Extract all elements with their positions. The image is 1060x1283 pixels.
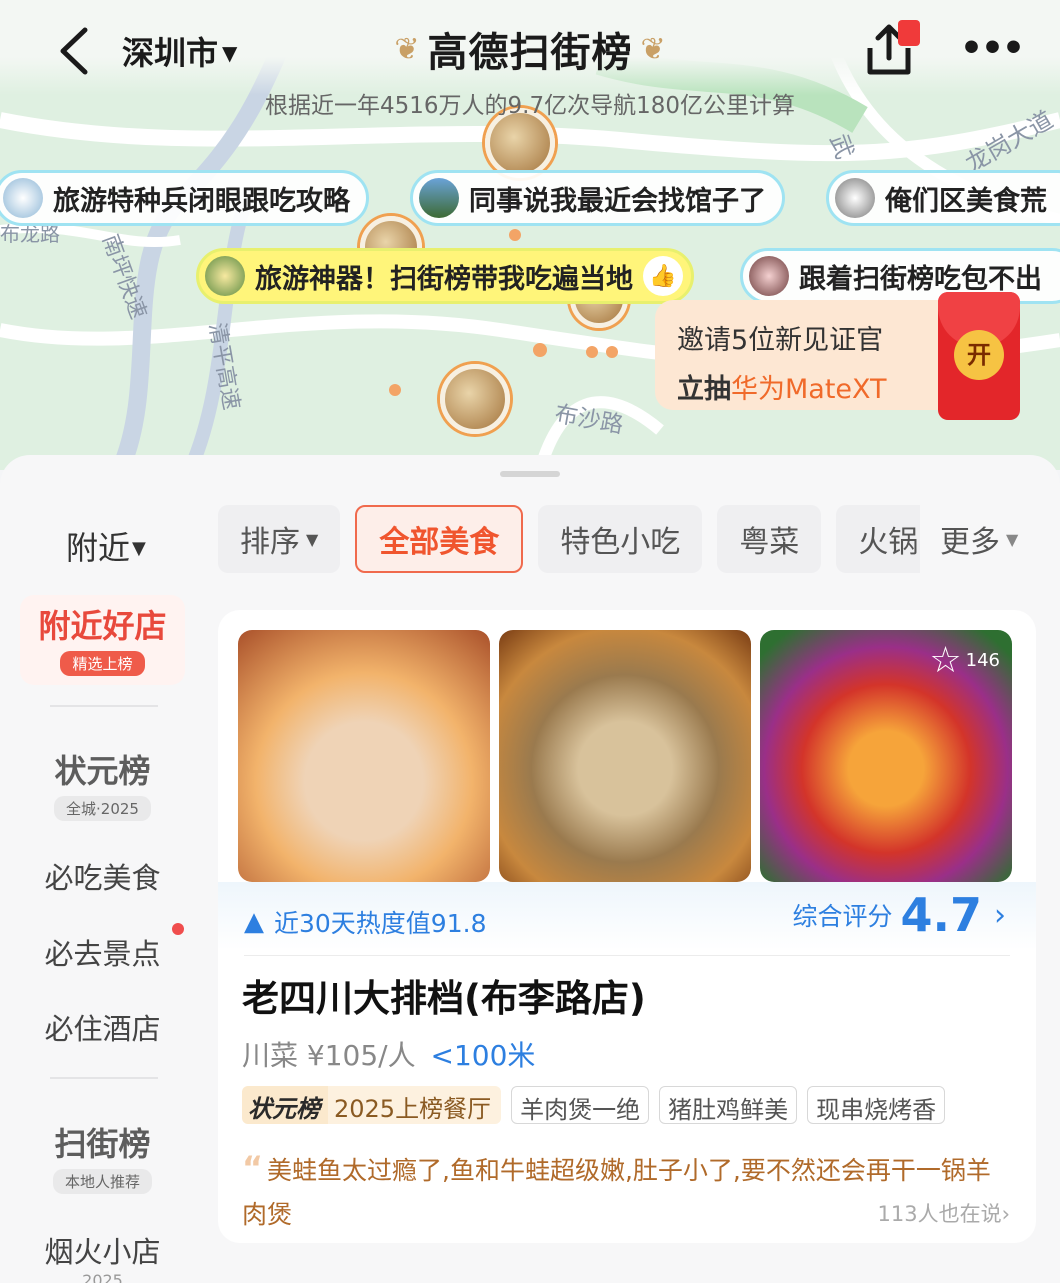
- red-envelope-button[interactable]: 开: [938, 292, 1020, 420]
- laurel-right-icon: ❦: [640, 31, 666, 67]
- comment-bubble-highlight[interactable]: 旅游神器！扫街榜带我吃遍当地 👍: [196, 248, 694, 304]
- avatar: [419, 178, 459, 218]
- caret-down-icon: ▼: [132, 538, 146, 559]
- chip-snacks[interactable]: 特色小吃: [538, 505, 703, 573]
- city-selector[interactable]: 深圳市 ▼: [122, 28, 237, 74]
- thumbs-up-icon: 👍: [643, 256, 683, 296]
- bubble-text: 旅游特种兵闭眼跟吃攻略: [53, 185, 350, 217]
- brand-logo: ❦ 高德扫街榜 ❦: [380, 20, 680, 78]
- bubble-text: 旅游神器！扫街榜带我吃遍当地: [255, 263, 633, 295]
- favorite-count: 146: [965, 650, 1000, 671]
- data-source-subtitle: 根据近一年4516万人的9.7亿次导航180亿公里计算: [264, 93, 795, 119]
- food-photo[interactable]: ☆ 146: [760, 630, 1012, 882]
- laurel-left-icon: ❦: [394, 31, 420, 67]
- nav-top-rank[interactable]: 状元榜 全城·2025: [20, 740, 185, 830]
- comment-bubble[interactable]: 俺们区美食荒: [826, 170, 1060, 226]
- heat-value: ▲ 近30天热度值91.8: [244, 907, 487, 938]
- more-menu-icon[interactable]: •••: [960, 28, 1025, 69]
- nearby-label: 附近: [66, 529, 131, 567]
- caret-down-icon: ▼: [1006, 529, 1019, 549]
- food-photo[interactable]: [499, 630, 751, 882]
- chip-all-food[interactable]: 全部美食: [355, 505, 524, 573]
- divider: [50, 705, 158, 707]
- also-talking-link[interactable]: 113人也在说›: [878, 1198, 1011, 1228]
- bubble-text: 俺们区美食荒: [885, 185, 1047, 217]
- invite-line1: 邀请5位新见证官: [677, 325, 884, 356]
- price: ¥105/人: [306, 1039, 416, 1072]
- tag-row: 状元榜 2025上榜餐厅 羊肉煲一绝 猪肚鸡鲜美 现串烧烤香: [242, 1086, 955, 1124]
- bubble-text: 同事说我最近会找馆子了: [469, 185, 766, 217]
- feature-tag: 羊肉煲一绝: [511, 1086, 650, 1124]
- photo-strip: ☆ 146: [238, 630, 1021, 882]
- star-icon: ☆: [929, 640, 962, 681]
- nav-arrow-icon: ▲: [244, 907, 264, 937]
- invite-banner[interactable]: 邀请5位新见证官 立抽华为MateXT: [655, 300, 955, 410]
- restaurant-card[interactable]: ☆ 146 ▲ 近30天热度值91.8 综合评分 4.7 › 老四川大排档(布李…: [218, 610, 1036, 1243]
- avatar: [749, 256, 789, 296]
- restaurant-name[interactable]: 老四川大排档(布李路店): [242, 968, 646, 1022]
- chip-hotpot[interactable]: 火锅: [836, 505, 920, 573]
- city-label: 深圳市: [122, 34, 219, 72]
- drag-handle[interactable]: [500, 471, 560, 477]
- more-filter-button[interactable]: 更多 ▼: [920, 505, 1060, 573]
- caret-down-icon: ▼: [222, 41, 238, 65]
- open-coin-icon: 开: [954, 330, 1004, 380]
- comment-bubble[interactable]: 同事说我最近会找馆子了: [410, 170, 785, 226]
- nav-cut-label: 2025: [82, 1271, 123, 1283]
- bubble-text: 跟着扫街榜吃包不出: [799, 263, 1042, 295]
- avatar: [205, 256, 245, 296]
- food-pin[interactable]: [440, 364, 510, 434]
- distance: <100米: [430, 1039, 536, 1072]
- nav-street-rank[interactable]: 扫街榜 本地人推荐: [20, 1113, 185, 1203]
- comment-bubble[interactable]: 旅游特种兵闭眼跟吃攻略: [0, 170, 369, 226]
- new-dot-badge: [172, 923, 184, 935]
- chip-sort[interactable]: 排序 ▼: [218, 505, 341, 573]
- avatar: [3, 178, 43, 218]
- divider: [50, 1077, 158, 1079]
- chevron-right-icon: ›: [994, 897, 1006, 933]
- feature-tag: 现串烧烤香: [807, 1086, 946, 1124]
- nav-must-visit[interactable]: 必去景点: [0, 931, 205, 973]
- food-photo[interactable]: [238, 630, 490, 882]
- restaurant-meta: 川菜 ¥105/人 <100米: [242, 1034, 535, 1074]
- overall-score[interactable]: 综合评分 4.7 ›: [792, 888, 1006, 942]
- divider: [244, 955, 1010, 956]
- nav-must-stay[interactable]: 必住酒店: [0, 1006, 205, 1048]
- brand-title: 高德扫街榜: [427, 30, 633, 76]
- nav-must-eat[interactable]: 必吃美食: [0, 855, 205, 897]
- category-chips: 排序 ▼ 全部美食 特色小吃 粤菜 火锅: [218, 505, 920, 573]
- nav-nearby-good[interactable]: 附近好店 精选上榜: [20, 595, 185, 685]
- nav-small-shops[interactable]: 烟火小店: [0, 1229, 205, 1271]
- avatar: [835, 178, 875, 218]
- map-view[interactable]: 龙岗大道 武 南坪快速 清平高速 布沙路 布龙路 深圳市 ▼ ❦ 高德扫街榜 ❦ …: [0, 0, 1060, 470]
- cuisine: 川菜: [242, 1039, 299, 1072]
- red-packet-icon: [898, 20, 920, 46]
- back-icon[interactable]: [55, 26, 95, 76]
- rank-tag: 状元榜 2025上榜餐厅: [242, 1086, 502, 1124]
- share-button[interactable]: [862, 20, 922, 80]
- caret-down-icon: ▼: [306, 529, 319, 549]
- nearby-dropdown[interactable]: 附近 ▼: [66, 523, 146, 569]
- feature-tag: 猪肚鸡鲜美: [659, 1086, 798, 1124]
- heat-score-row: ▲ 近30天热度值91.8 综合评分 4.7 ›: [218, 882, 1036, 950]
- chip-cantonese[interactable]: 粤菜: [717, 505, 822, 573]
- invite-line2: 立抽华为MateXT: [677, 374, 887, 405]
- quote-mark-icon: “: [242, 1149, 264, 1187]
- list-sheet: 附近 ▼ 排序 ▼ 全部美食 特色小吃 粤菜 火锅 更多 ▼ 附近好店 精选上榜 状元…: [0, 455, 1060, 1283]
- favorite-button[interactable]: ☆ 146: [929, 640, 1000, 681]
